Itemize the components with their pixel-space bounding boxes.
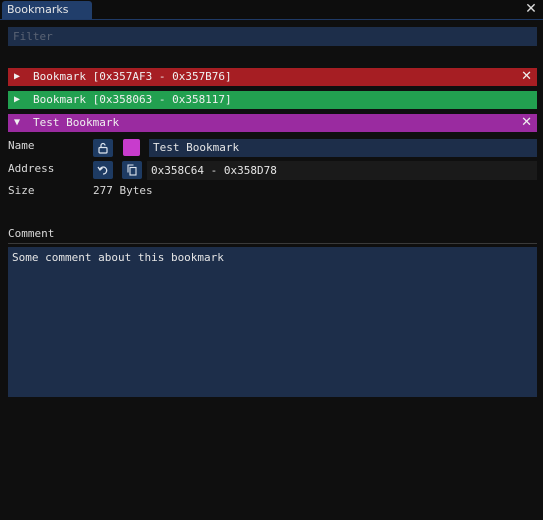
bookmark-header-3[interactable]: ▼ Test Bookmark ✕ (8, 114, 537, 132)
window-titlebar: Bookmarks ✕ (0, 0, 543, 20)
comment-textarea[interactable]: Some comment about this bookmark (8, 247, 537, 397)
close-icon[interactable]: ✕ (521, 68, 532, 86)
size-value: 277 Bytes (93, 184, 153, 197)
jump-to-icon (97, 166, 108, 175)
bookmark-header-2[interactable]: ▶ Bookmark [0x358063 - 0x358117] (8, 91, 537, 109)
address-label: Address (8, 162, 55, 175)
color-swatch[interactable] (123, 139, 140, 156)
unlock-button[interactable] (93, 139, 113, 157)
size-label: Size (8, 184, 35, 197)
close-icon[interactable]: ✕ (524, 1, 538, 17)
separator (8, 243, 537, 244)
tab-bookmarks[interactable]: Bookmarks (2, 1, 92, 19)
expand-arrow-icon: ▶ (14, 71, 21, 82)
copy-icon (127, 164, 137, 176)
name-label: Name (8, 139, 35, 152)
bookmark-name-field[interactable]: Test Bookmark (149, 139, 537, 157)
collapse-arrow-icon: ▼ (14, 117, 21, 128)
bookmark-header-1[interactable]: ▶ Bookmark [0x357AF3 - 0x357B76] ✕ (8, 68, 537, 86)
bookmark-title: Bookmark [0x358063 - 0x358117] (33, 93, 232, 106)
address-value: 0x358C64 - 0x358D78 (147, 161, 537, 180)
comment-label: Comment (8, 227, 55, 240)
expand-arrow-icon: ▶ (14, 94, 21, 105)
close-icon[interactable]: ✕ (521, 114, 532, 132)
bookmark-title: Test Bookmark (33, 116, 120, 129)
unlock-icon (98, 142, 108, 154)
copy-button[interactable] (122, 161, 142, 179)
jump-to-button[interactable] (93, 161, 113, 179)
filter-input[interactable] (8, 27, 537, 46)
bookmark-title: Bookmark [0x357AF3 - 0x357B76] (33, 70, 232, 83)
